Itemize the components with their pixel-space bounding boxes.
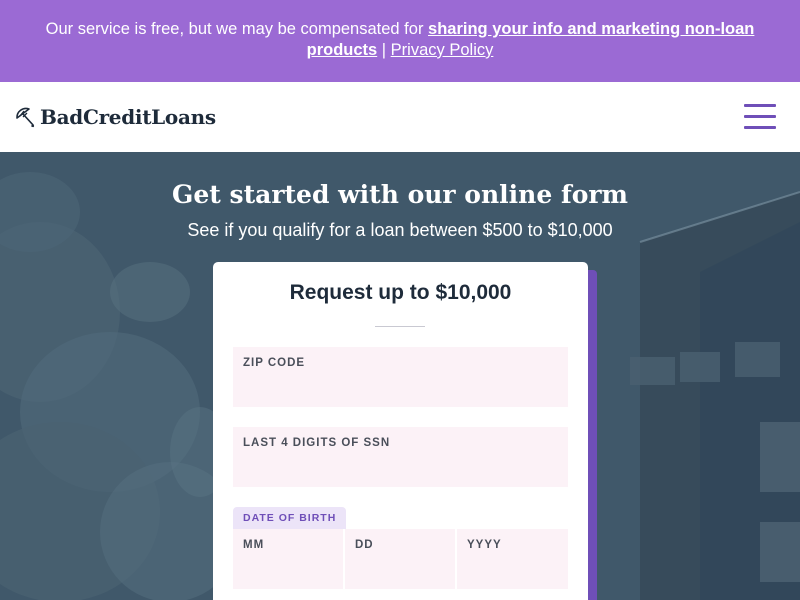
disclosure-banner: Our service is free, but we may be compe… (0, 0, 800, 82)
year-label: YYYY (467, 539, 502, 551)
ssn-last4-field[interactable]: LAST 4 DIGITS OF SSN (233, 427, 568, 487)
dob-month-field[interactable]: MM (233, 529, 343, 589)
zip-code-field[interactable]: ZIP CODE (233, 347, 568, 407)
date-of-birth-label: DATE OF BIRTH (233, 507, 347, 529)
dob-year-field[interactable]: YYYY (457, 529, 568, 589)
umbrella-icon (16, 107, 35, 128)
ssn-label: LAST 4 DIGITS OF SSN (243, 437, 391, 449)
hero-subtitle: See if you qualify for a loan between $5… (187, 220, 613, 240)
form-title: Request up to $10,000 (289, 281, 512, 304)
month-label: MM (243, 539, 265, 551)
site-logo[interactable]: BadCreditLoans (14, 103, 216, 131)
zip-code-label: ZIP CODE (243, 357, 306, 369)
day-label: DD (355, 539, 374, 551)
banner-separator: | (377, 41, 391, 59)
privacy-policy-link[interactable]: Privacy Policy (391, 41, 494, 59)
dob-day-field[interactable]: DD (345, 529, 455, 589)
form-divider (375, 326, 425, 327)
hamburger-menu-icon[interactable] (744, 104, 778, 130)
loan-request-form: Request up to $10,000 ZIP CODE LAST 4 DI… (213, 262, 588, 600)
hero-title: Get started with our online form (172, 180, 628, 209)
hero-section: Get started with our online form See if … (0, 152, 800, 600)
banner-text: Our service is free, but we may be compe… (45, 20, 429, 38)
site-header: BadCreditLoans (0, 82, 800, 152)
logo-text: BadCreditLoans (40, 105, 216, 129)
